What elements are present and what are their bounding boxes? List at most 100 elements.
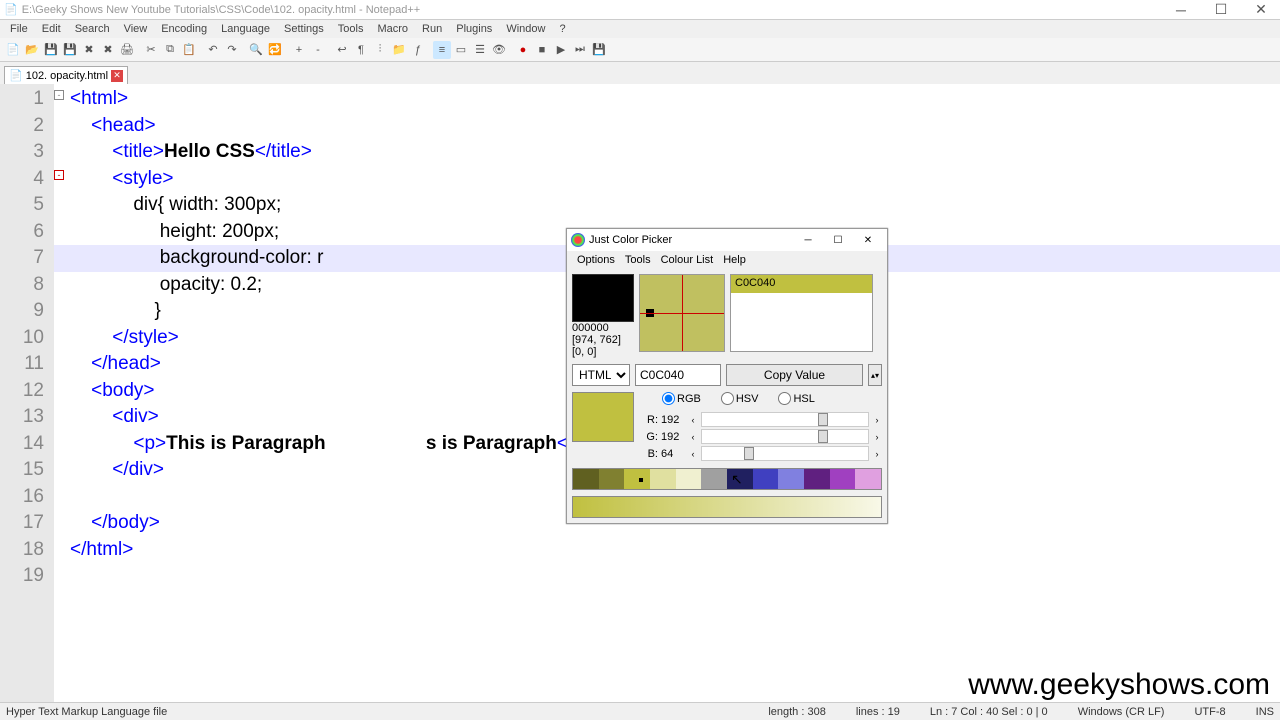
r-thumb[interactable] [818, 413, 828, 426]
picker-menu-tools[interactable]: Tools [621, 253, 655, 267]
palette-cell[interactable] [804, 469, 830, 489]
minimize-button[interactable]: ─ [1166, 2, 1196, 18]
function-list-icon[interactable]: ƒ [409, 41, 427, 59]
doc-map-icon[interactable]: ▭ [452, 41, 470, 59]
menu-encoding[interactable]: Encoding [155, 21, 213, 37]
color-palette[interactable]: ↖ [572, 468, 882, 490]
picker-maximize-button[interactable]: ☐ [823, 231, 853, 249]
open-file-icon[interactable]: 📂 [23, 41, 41, 59]
palette-cell[interactable] [855, 469, 881, 489]
b-thumb[interactable] [744, 447, 754, 460]
palette-cell[interactable] [753, 469, 779, 489]
palette-cell[interactable] [701, 469, 727, 489]
doc-list-icon[interactable]: ☰ [471, 41, 489, 59]
record-macro-icon[interactable]: ● [514, 41, 532, 59]
code-line[interactable]: div{ width: 300px; [54, 192, 1280, 219]
code-line[interactable]: <title>Hello CSS</title> [54, 139, 1280, 166]
g-thumb[interactable] [818, 430, 828, 443]
maximize-button[interactable]: ☐ [1206, 2, 1236, 18]
g-inc-icon[interactable]: › [872, 432, 882, 442]
b-inc-icon[interactable]: › [872, 449, 882, 459]
code-line[interactable]: </html> [54, 537, 1280, 564]
menu-help[interactable]: ? [553, 21, 571, 37]
rgb-radio[interactable] [662, 392, 675, 405]
status-bar: Hyper Text Markup Language file length :… [0, 702, 1280, 720]
fold-mark-icon[interactable]: - [54, 170, 64, 180]
undo-icon[interactable]: ↶ [204, 41, 222, 59]
palette-cell[interactable] [573, 469, 599, 489]
tab-close-icon[interactable]: ✕ [111, 70, 123, 82]
gradient-bar[interactable] [572, 496, 882, 518]
paste-icon[interactable]: 📋 [180, 41, 198, 59]
b-slider[interactable] [701, 446, 869, 461]
hsv-radio[interactable] [721, 392, 734, 405]
replace-icon[interactable]: 🔁 [266, 41, 284, 59]
mode-hsl[interactable]: HSL [778, 392, 814, 405]
picker-menu-colourlist[interactable]: Colour List [657, 253, 718, 267]
menu-settings[interactable]: Settings [278, 21, 330, 37]
hsl-radio[interactable] [778, 392, 791, 405]
close-file-icon[interactable]: ✖ [80, 41, 98, 59]
toggle-icon[interactable]: ≡ [433, 41, 451, 59]
menu-file[interactable]: File [4, 21, 34, 37]
menu-tools[interactable]: Tools [332, 21, 370, 37]
menu-search[interactable]: Search [69, 21, 116, 37]
palette-cell[interactable] [650, 469, 676, 489]
mode-rgb[interactable]: RGB [662, 392, 701, 405]
palette-cell[interactable] [676, 469, 702, 489]
monitoring-icon[interactable]: 👁 [490, 41, 508, 59]
menu-run[interactable]: Run [416, 21, 448, 37]
b-dec-icon[interactable]: ‹ [688, 449, 698, 459]
close-all-icon[interactable]: ✖ [99, 41, 117, 59]
show-all-chars-icon[interactable]: ¶ [352, 41, 370, 59]
print-icon[interactable]: 🖨 [118, 41, 136, 59]
code-line[interactable] [54, 563, 1280, 590]
r-slider[interactable] [701, 412, 869, 427]
copy-icon[interactable]: ⧉ [161, 41, 179, 59]
hex-input[interactable] [635, 364, 721, 386]
palette-cell[interactable] [778, 469, 804, 489]
palette-cell[interactable] [599, 469, 625, 489]
close-button[interactable]: ✕ [1246, 2, 1276, 18]
menu-macro[interactable]: Macro [371, 21, 414, 37]
play-macro-icon[interactable]: ▶ [552, 41, 570, 59]
spin-button[interactable]: ▴▾ [868, 364, 882, 386]
r-inc-icon[interactable]: › [872, 415, 882, 425]
picker-menu-help[interactable]: Help [719, 253, 750, 267]
palette-cell[interactable] [830, 469, 856, 489]
folder-icon[interactable]: 📁 [390, 41, 408, 59]
save-all-icon[interactable]: 💾 [61, 41, 79, 59]
zoom-in-icon[interactable]: + [290, 41, 308, 59]
code-line[interactable]: <html> [54, 86, 1280, 113]
picker-close-button[interactable]: ✕ [853, 231, 883, 249]
save-macro-icon[interactable]: 💾 [590, 41, 608, 59]
fold-mark-icon[interactable]: - [54, 90, 64, 100]
g-slider[interactable] [701, 429, 869, 444]
menu-plugins[interactable]: Plugins [450, 21, 498, 37]
cut-icon[interactable]: ✂ [142, 41, 160, 59]
zoom-out-icon[interactable]: - [309, 41, 327, 59]
mode-hsv[interactable]: HSV [721, 392, 759, 405]
indent-guide-icon[interactable]: ⫶ [371, 41, 389, 59]
menu-window[interactable]: Window [500, 21, 551, 37]
wordwrap-icon[interactable]: ↩ [333, 41, 351, 59]
format-select[interactable]: HTML [572, 364, 630, 386]
g-dec-icon[interactable]: ‹ [688, 432, 698, 442]
redo-icon[interactable]: ↷ [223, 41, 241, 59]
menu-language[interactable]: Language [215, 21, 276, 37]
picker-minimize-button[interactable]: ─ [793, 231, 823, 249]
menu-edit[interactable]: Edit [36, 21, 67, 37]
code-line[interactable]: <head> [54, 113, 1280, 140]
stop-macro-icon[interactable]: ■ [533, 41, 551, 59]
palette-cell[interactable] [624, 469, 650, 489]
r-dec-icon[interactable]: ‹ [688, 415, 698, 425]
save-icon[interactable]: 💾 [42, 41, 60, 59]
new-file-icon[interactable]: 📄 [4, 41, 22, 59]
picker-menu-options[interactable]: Options [573, 253, 619, 267]
code-line[interactable]: <style> [54, 166, 1280, 193]
file-tab[interactable]: 📄 102. opacity.html ✕ [4, 66, 128, 84]
copy-value-button[interactable]: Copy Value [726, 364, 863, 386]
play-multi-icon[interactable]: ⏭ [571, 41, 589, 59]
menu-view[interactable]: View [118, 21, 154, 37]
find-icon[interactable]: 🔍 [247, 41, 265, 59]
